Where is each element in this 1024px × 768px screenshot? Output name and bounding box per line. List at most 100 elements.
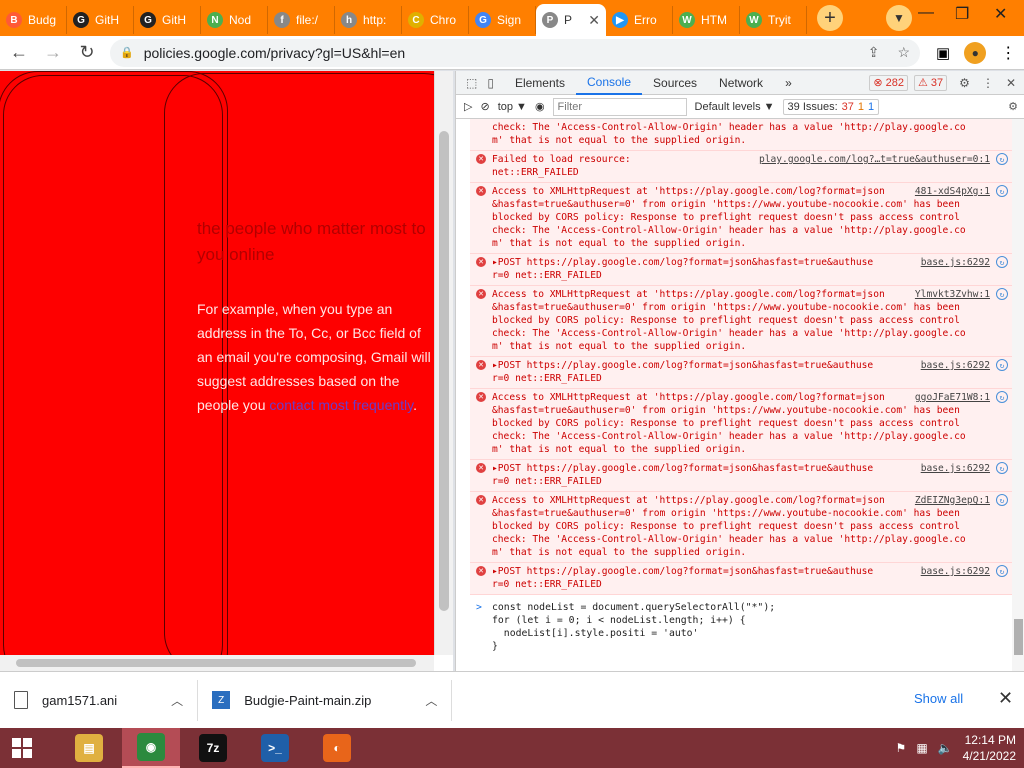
flag-icon[interactable]: ⚑ <box>896 741 907 755</box>
scroll-thumb[interactable] <box>439 131 449 611</box>
reveal-network-icon[interactable]: ↻ <box>996 494 1008 506</box>
context-selector[interactable]: top ▼ <box>498 101 527 113</box>
issues-counter[interactable]: 39 Issues: 37 1 1 <box>782 98 880 115</box>
console-error-message[interactable]: ✕ ▸POST https://play.google.com/log?forma… <box>470 357 1012 389</box>
browser-tab[interactable]: N Nod <box>201 6 268 34</box>
reveal-network-icon[interactable]: ↻ <box>996 391 1008 403</box>
inspect-icon[interactable]: ⬚ <box>456 76 483 90</box>
console-error-message[interactable]: ✕ Access to XMLHttpRequest at 'https://pl… <box>470 389 1012 460</box>
browser-tab[interactable]: C Chro <box>402 6 469 34</box>
show-all-button[interactable]: Show all <box>914 691 963 706</box>
browser-tab[interactable]: h http: <box>335 6 402 34</box>
message-source-link[interactable]: play.google.com/log?…t=true&authuser=0:1 <box>759 153 990 166</box>
close-downloads-icon[interactable]: ✕ <box>998 688 1013 709</box>
message-source-link[interactable]: base.js:6292 <box>921 256 990 269</box>
clear-console-icon[interactable]: ⊘ <box>480 100 489 113</box>
message-source-link[interactable]: ggoJFaE71W8:1 <box>915 391 990 404</box>
filter-input[interactable]: Filter <box>552 97 687 116</box>
chevron-up-icon[interactable]: ︿ <box>425 692 437 709</box>
download-filename: gam1571.ani <box>42 692 118 708</box>
volume-icon[interactable]: 🔈 <box>938 741 953 755</box>
browser-tab[interactable]: G GitH <box>134 6 201 34</box>
console-error-message[interactable]: ✕ Failed to load resource: net::ERR_FAILE… <box>470 151 1012 183</box>
side-panel-icon[interactable]: ▣ <box>936 44 950 62</box>
browser-tab[interactable]: P P ✕ <box>536 4 606 36</box>
devtools-tab[interactable]: » <box>774 71 803 95</box>
taskbar-app-firefox[interactable]: ◐ <box>308 728 366 768</box>
reveal-network-icon[interactable]: ↻ <box>996 185 1008 197</box>
browser-tab[interactable]: f file:/ <box>268 6 335 34</box>
console-scrollbar[interactable] <box>1012 119 1024 671</box>
contact-link[interactable]: contact most frequently <box>269 397 413 413</box>
profile-avatar[interactable]: ● <box>964 41 987 64</box>
error-count-badge[interactable]: ⊗ 282 <box>869 74 908 91</box>
back-button[interactable]: ← <box>4 38 34 68</box>
more-options-icon[interactable]: ⋮ <box>982 76 994 90</box>
browser-tab[interactable]: ▶ Erro <box>606 6 673 34</box>
tab-close-icon[interactable]: ✕ <box>588 12 600 29</box>
reveal-network-icon[interactable]: ↻ <box>996 256 1008 268</box>
console-error-message[interactable]: ✕ ▸POST https://play.google.com/log?forma… <box>470 460 1012 492</box>
taskbar-app-chrome[interactable]: ◉ <box>122 728 180 768</box>
scroll-thumb[interactable] <box>1014 619 1023 655</box>
console-error-message[interactable]: ✕ Access to XMLHttpRequest at 'https://pl… <box>470 183 1012 254</box>
warning-count-badge[interactable]: ⚠ 37 <box>914 74 948 91</box>
share-icon[interactable]: ⇪ <box>868 44 880 61</box>
restore-button[interactable]: ❐ <box>955 4 969 24</box>
page-vertical-scrollbar[interactable] <box>434 71 453 655</box>
forward-button[interactable]: → <box>38 38 68 68</box>
chevron-up-icon[interactable]: ︿ <box>171 692 183 709</box>
reveal-network-icon[interactable]: ↻ <box>996 288 1008 300</box>
taskbar-app-file-explorer[interactable]: ▤ <box>60 728 118 768</box>
taskbar-app-powershell[interactable]: >_ <box>246 728 304 768</box>
minimize-button[interactable]: — <box>918 4 934 22</box>
message-source-link[interactable]: Ylmvkt3Zvhw:1 <box>915 288 990 301</box>
message-source-link[interactable]: base.js:6292 <box>921 462 990 475</box>
tab-search-button[interactable]: ▼ <box>886 5 912 31</box>
browser-tab[interactable]: G GitH <box>67 6 134 34</box>
console-prompt-input[interactable]: > const nodeList = document.querySelector… <box>470 597 1012 671</box>
close-window-button[interactable]: ✕ <box>994 4 1007 24</box>
reveal-network-icon[interactable]: ↻ <box>996 359 1008 371</box>
browser-tab[interactable]: W HTM <box>673 6 740 34</box>
page-horizontal-scrollbar[interactable] <box>0 655 434 671</box>
devtools-tab[interactable]: Sources <box>642 71 708 95</box>
scroll-thumb[interactable] <box>16 659 416 667</box>
reveal-network-icon[interactable]: ↻ <box>996 565 1008 577</box>
network-icon[interactable]: ▦ <box>916 741 927 755</box>
reveal-network-icon[interactable]: ↻ <box>996 153 1008 165</box>
address-bar[interactable]: 🔒 policies.google.com/privacy?gl=US&hl=e… <box>110 38 920 67</box>
message-source-link[interactable]: ZdEIZNg3epQ:1 <box>915 494 990 507</box>
console-error-message[interactable]: ✕ Access to XMLHttpRequest at 'https://pl… <box>470 286 1012 357</box>
close-devtools-icon[interactable]: ✕ <box>1006 76 1016 90</box>
message-source-link[interactable]: base.js:6292 <box>921 359 990 372</box>
log-levels-dropdown[interactable]: Default levels ▼ <box>695 101 775 113</box>
bookmark-star-icon[interactable]: ☆ <box>897 44 910 61</box>
browser-tab[interactable]: G Sign <box>469 6 536 34</box>
console-settings-icon[interactable]: ⚙ <box>1008 100 1018 113</box>
console-error-message[interactable]: ✕ ▸POST https://play.google.com/log?forma… <box>470 254 1012 286</box>
device-toggle-icon[interactable]: ▯ <box>483 76 504 90</box>
taskbar-app-7zip[interactable]: 7z <box>184 728 242 768</box>
reveal-network-icon[interactable]: ↻ <box>996 462 1008 474</box>
eye-icon[interactable]: ◉ <box>535 100 545 113</box>
start-button[interactable] <box>0 728 44 768</box>
devtools-tab[interactable]: Network <box>708 71 774 95</box>
clock[interactable]: 12:14 PM 4/21/2022 <box>963 732 1016 764</box>
message-source-link[interactable]: 481-xdS4pXg:1 <box>915 185 990 198</box>
settings-gear-icon[interactable]: ⚙ <box>959 76 970 90</box>
download-item[interactable]: gam1571.ani ︿ <box>0 679 199 721</box>
console-error-message[interactable]: ✕ ▸POST https://play.google.com/log?forma… <box>470 563 1012 595</box>
devtools-tab[interactable]: Elements <box>504 71 576 95</box>
download-item[interactable]: Z Budgie-Paint-main.zip ︿ <box>198 679 453 721</box>
browser-tab[interactable]: B Budg <box>0 6 67 34</box>
console-error-message[interactable]: ✕ Access to XMLHttpRequest at 'https://pl… <box>470 492 1012 563</box>
sidebar-toggle-icon[interactable]: ▷ <box>464 100 472 113</box>
devtools-tab[interactable]: Console <box>575 71 643 95</box>
reload-button[interactable]: ↻ <box>72 38 102 68</box>
new-tab-button[interactable]: + <box>817 5 843 31</box>
console-error-message[interactable]: check: The 'Access-Control-Allow-Origin'… <box>470 119 1012 151</box>
browser-tab[interactable]: W Tryit <box>740 6 807 34</box>
menu-kebab-icon[interactable]: ⋮ <box>1000 43 1016 63</box>
message-source-link[interactable]: base.js:6292 <box>921 565 990 578</box>
